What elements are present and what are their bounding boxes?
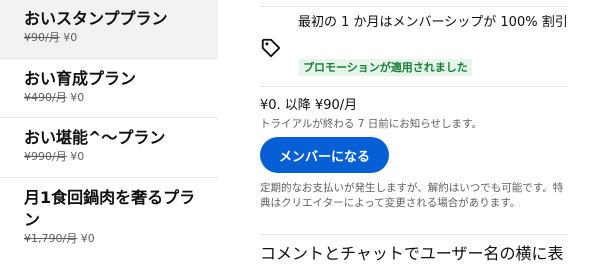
plan-old-price: ¥990/月 — [24, 150, 67, 163]
plan-old-price: ¥90/月 — [24, 31, 60, 44]
plan-item-stamp[interactable]: おいスタンププラン ¥90/月 ¥0 — [0, 0, 218, 59]
plan-new-price: ¥0 — [70, 150, 85, 163]
billing-note: 定期的なお支払いが発生しますが、解約はいつでも可能です。特典はクリエイターによっ… — [260, 182, 564, 209]
plan-price: ¥90/月 ¥0 — [24, 30, 218, 46]
plan-item-tannou[interactable]: おい堪能^〜プラン ¥990/月 ¥0 — [0, 118, 218, 178]
plan-price: ¥990/月 ¥0 — [24, 149, 218, 165]
plan-old-price: ¥1,790/月 — [24, 232, 78, 245]
divider — [260, 86, 568, 87]
plan-name: おいスタンププラン — [24, 9, 168, 28]
membership-details: 最初の 1 か月はメンバーシップが 100% 割引 プロモーションが適用されまし… — [218, 0, 595, 263]
plan-item-hoikoro[interactable]: 月1食回鍋肉を奢るプラン ¥1,790/月 ¥0 — [0, 178, 218, 256]
trial-note: トライアルが終わる 7 日前にお知らせします。 — [260, 118, 482, 130]
plan-price: ¥1,790/月 ¥0 — [24, 231, 218, 247]
divider — [260, 6, 568, 7]
divider — [260, 234, 568, 235]
plan-price: ¥490/月 ¥0 — [24, 90, 218, 106]
promo-applied-badge: プロモーションが適用されました — [299, 59, 472, 76]
plan-new-price: ¥0 — [70, 91, 85, 104]
plan-item-ikusei[interactable]: おい育成プラン ¥490/月 ¥0 — [0, 59, 218, 118]
section-heading: コメントとチャットでユーザー名の横に表 — [260, 244, 564, 263]
plan-name: おい堪能^〜プラン — [24, 128, 166, 147]
join-button[interactable]: メンバーになる — [260, 137, 389, 173]
plan-name: おい育成プラン — [24, 69, 137, 88]
tag-icon — [260, 37, 282, 59]
price-line: ¥0. 以降 ¥90/月 — [260, 98, 358, 113]
plan-new-price: ¥0 — [80, 232, 95, 245]
promo-text: 最初の 1 か月はメンバーシップが 100% 割引 — [298, 15, 568, 30]
plan-new-price: ¥0 — [63, 31, 78, 44]
plan-list: おいスタンププラン ¥90/月 ¥0 おい育成プラン ¥490/月 ¥0 おい堪… — [0, 0, 218, 256]
plan-old-price: ¥490/月 — [24, 91, 67, 104]
plan-name: 月1食回鍋肉を奢るプラン — [24, 188, 196, 229]
